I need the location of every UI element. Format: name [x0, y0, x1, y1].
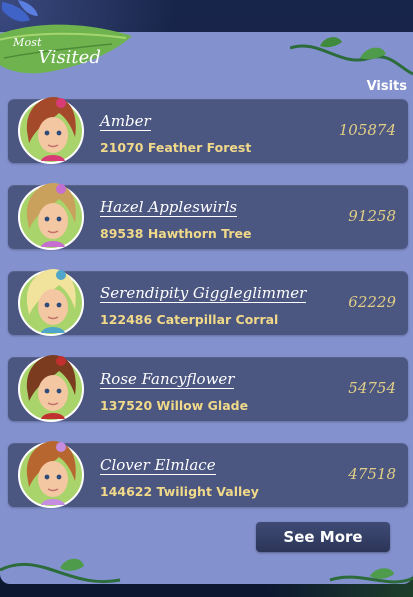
fairy-name-link[interactable]: Rose Fancyflower [100, 371, 235, 389]
fairy-home-location: 89538 Hawthorn Tree [100, 226, 252, 241]
avatar-icon [18, 183, 84, 250]
list-item[interactable]: Clover Elmlace 144622 Twilight Valley 4751… [8, 441, 408, 508]
list-item[interactable]: Amber 21070 Feather Forest 105874 [8, 97, 408, 164]
vine-decoration-icon [290, 37, 413, 76]
visit-count: 54754 [348, 379, 396, 397]
visits-column-header: Visits [366, 79, 407, 94]
fairy-home-location: 144622 Twilight Valley [100, 484, 259, 499]
avatar-icon [18, 441, 84, 508]
avatar-icon [18, 97, 84, 164]
list-item[interactable]: Serendipity Giggleglimmer 122486 Caterpil… [8, 269, 408, 336]
fairy-name-link[interactable]: Clover Elmlace [100, 457, 216, 475]
fairy-home-location: 122486 Caterpillar Corral [100, 312, 279, 327]
visit-count: 47518 [348, 465, 396, 483]
visit-count: 62229 [348, 293, 396, 311]
visit-count: 91258 [348, 207, 396, 225]
fairy-name-link[interactable]: Amber [100, 113, 151, 131]
see-more-button[interactable]: See More [256, 522, 390, 552]
list-item[interactable]: Hazel Appleswirls 89538 Hawthorn Tree 9125… [8, 183, 408, 250]
fairy-home-location: 137520 Willow Glade [100, 398, 249, 413]
fairy-home-location: 21070 Feather Forest [100, 140, 252, 155]
badge-title-line2: Visited [38, 47, 101, 68]
list-item[interactable]: Rose Fancyflower 137520 Willow Glade 54754 [8, 355, 408, 422]
visit-count: 105874 [338, 121, 396, 139]
avatar-icon [18, 269, 84, 336]
fairy-name-link[interactable]: Serendipity Giggleglimmer [100, 285, 307, 303]
fairy-name-link[interactable]: Hazel Appleswirls [100, 199, 238, 217]
avatar-icon [18, 355, 84, 422]
